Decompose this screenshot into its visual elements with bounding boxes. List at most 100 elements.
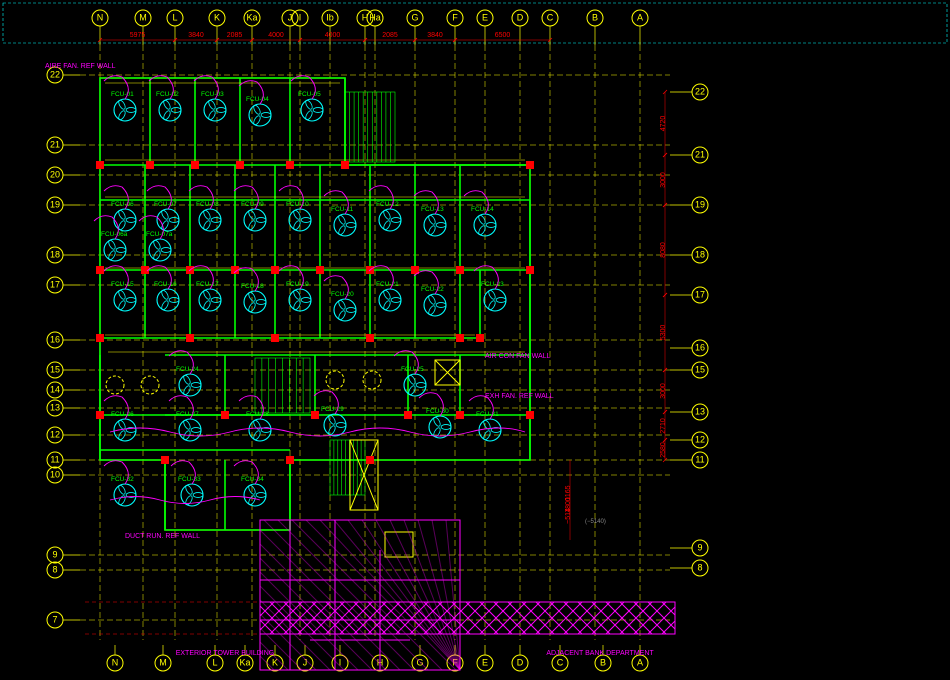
dim-text: ~514 [565, 508, 572, 524]
riser-icon [527, 267, 533, 273]
grid-col-bottom-N-label: N [112, 657, 119, 667]
grid-row-right-12-label: 12 [695, 434, 705, 444]
fan-tag: FCU-13 [421, 206, 444, 213]
fan-tag: FCU-33 [178, 476, 201, 483]
riser-icon [457, 412, 463, 418]
fan-tag: FCU-27 [176, 411, 199, 418]
riser-icon [367, 335, 373, 341]
grid-col-C-label: C [547, 12, 554, 22]
dim-text: 5975 [130, 32, 146, 39]
grid-row-9-label: 9 [52, 549, 57, 559]
dim-text: 3000 [660, 172, 667, 188]
fan-tag: FCU-30 [426, 408, 449, 415]
grid-row-11-label: 11 [50, 454, 59, 464]
fan-tag: FCU-20 [331, 291, 354, 298]
grid-row-right-11-label: 11 [695, 454, 704, 464]
grid-col-bottom-Ka-label: Ka [239, 657, 250, 667]
grid-col-M-label: M [139, 12, 147, 22]
fan-tag: FCU-29 [321, 406, 344, 413]
grid-row-right-18-label: 18 [695, 249, 705, 259]
grid-row-right-16-label: 16 [695, 342, 705, 352]
grid-row-7-label: 7 [52, 614, 57, 624]
grid-row-right-17-label: 17 [695, 289, 705, 299]
dim-text: 2580 [660, 442, 667, 458]
grid-col-bottom-D-label: D [517, 657, 524, 667]
fan-tag: FCU-01 [111, 91, 134, 98]
dim-text: 4720 [660, 116, 667, 132]
fan-tag: FCU-07 [154, 201, 177, 208]
grid-row-right-22-label: 22 [695, 86, 705, 96]
grid-row-16-label: 16 [50, 334, 60, 344]
fan-tag: FCU-21 [376, 281, 399, 288]
fan-tag: FCU-32 [111, 476, 134, 483]
dim-text: 3000 [660, 383, 667, 399]
fan-tag: FCU-23 [481, 281, 504, 288]
riser-icon [272, 335, 278, 341]
riser-icon [317, 267, 323, 273]
grid-col-A-label: A [637, 12, 643, 22]
grid-col-bottom-E-label: E [482, 657, 488, 667]
fan-tag: FCU-17 [196, 281, 219, 288]
riser-icon [405, 412, 411, 418]
grid-row-right-8-label: 8 [697, 562, 702, 572]
fan-tag: FCU-03 [201, 91, 224, 98]
grid-col-bottom-M-label: M [159, 657, 167, 667]
riser-icon [187, 335, 193, 341]
grid-col-N-label: N [97, 12, 104, 22]
riser-icon [162, 457, 168, 463]
grid-row-17-label: 17 [50, 279, 60, 289]
riser-icon [527, 162, 533, 168]
riser-icon [477, 335, 483, 341]
riser-icon [97, 162, 103, 168]
grid-col-D-label: D [517, 12, 524, 22]
dim-text: 8080 [660, 242, 667, 258]
drawing-canvas[interactable]: NMLKKaJIIbHHaGFEDCBANMLKaKJIHGFEDCBA2221… [0, 0, 950, 680]
grid-row-18-label: 18 [50, 249, 60, 259]
fan-tag: FCU-06 [111, 201, 134, 208]
grid-col-bottom-B-label: B [600, 657, 606, 667]
grid-col-bottom-L-label: L [212, 657, 217, 667]
grid-col-I-label: I [299, 12, 302, 22]
dim-text: 2710 [660, 418, 667, 434]
grid-col-L-label: L [172, 12, 177, 22]
dim-text: 6500 [495, 32, 511, 39]
fan-tag: FCU-07a [146, 231, 173, 238]
riser-icon [97, 335, 103, 341]
grid-col-bottom-C-label: C [557, 657, 564, 667]
leader-note: AIR CON FAN WALL [485, 353, 551, 360]
grid-row-20-label: 20 [50, 169, 60, 179]
grid-row-right-19-label: 19 [695, 199, 705, 209]
grid-row-12-label: 12 [50, 429, 60, 439]
grid-col-F-label: F [452, 12, 458, 22]
grid-row-right-15-label: 15 [695, 364, 705, 374]
fan-tag: FCU-09 [241, 201, 264, 208]
grid-row-14-label: 14 [50, 384, 60, 394]
riser-icon [147, 162, 153, 168]
fan-tag: FCU-11 [331, 206, 354, 213]
riser-icon [457, 267, 463, 273]
fan-tag: FCU-06a [101, 231, 128, 238]
grid-col-E-label: E [482, 12, 488, 22]
dim-text: 4000 [268, 32, 284, 39]
dim-text: 2085 [382, 32, 398, 39]
fan-tag: FCU-31 [476, 411, 499, 418]
grid-row-15-label: 15 [50, 364, 60, 374]
grid-col-bottom-A-label: A [637, 657, 643, 667]
riser-icon [287, 162, 293, 168]
riser-icon [412, 267, 418, 273]
grid-row-10-label: 10 [50, 469, 60, 479]
riser-icon [192, 162, 198, 168]
dim-text: 3840 [188, 32, 204, 39]
dim-text: 4000 [325, 32, 341, 39]
riser-icon [237, 162, 243, 168]
fan-tag: FCU-08 [196, 201, 219, 208]
leader-note: DUCT RUN. REF WALL [125, 533, 200, 540]
fan-tag: FCU-26 [111, 411, 134, 418]
grid-col-B-label: B [592, 12, 598, 22]
grid-row-right-21-label: 21 [695, 149, 705, 159]
riser-icon [367, 457, 373, 463]
dim-text: 2085 [227, 32, 243, 39]
riser-icon [272, 267, 278, 273]
riser-icon [97, 267, 103, 273]
grid-row-22-label: 22 [50, 69, 60, 79]
